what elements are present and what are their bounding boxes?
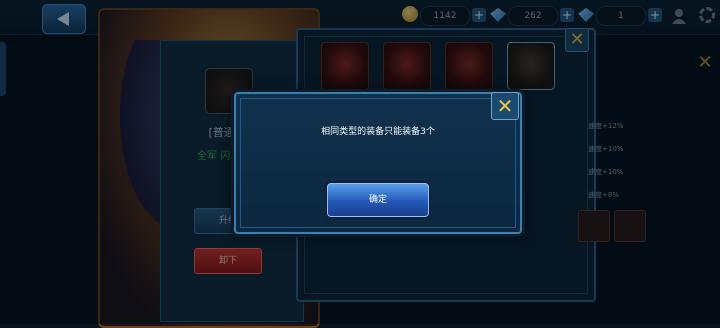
confirm-button[interactable]: 确定 xyxy=(327,183,429,217)
alert-dialog: 相同类型的装备只能装备3个 确定 ✕ xyxy=(234,92,522,234)
alert-message: 相同类型的装备只能装备3个 xyxy=(321,127,435,137)
close-icon[interactable]: ✕ xyxy=(491,92,519,120)
